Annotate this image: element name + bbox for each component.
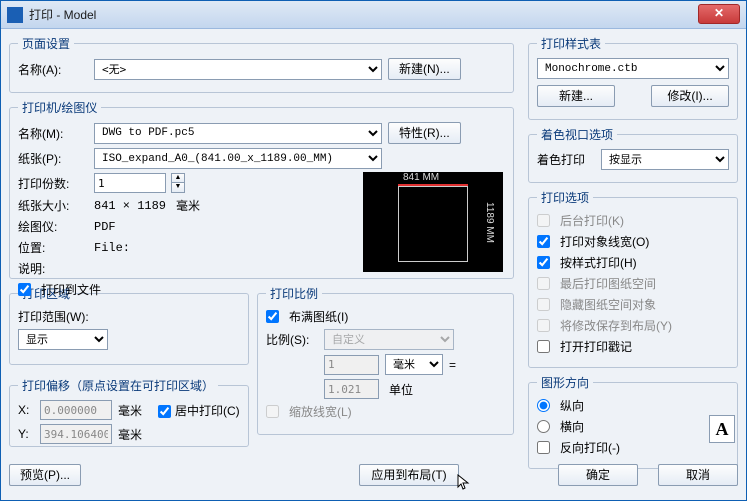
opt-hide-checkbox[interactable] <box>537 298 550 311</box>
location-label: 位置: <box>18 239 88 256</box>
style-edit-button[interactable]: 修改(I)... <box>651 85 729 107</box>
scale-unit2-label: 单位 <box>385 381 443 398</box>
scale-num2-input[interactable] <box>324 379 379 399</box>
offset-y-label: Y: <box>18 427 34 441</box>
scale-unit-select[interactable]: 毫米 <box>385 354 443 375</box>
paper-label: 纸张(P): <box>18 150 88 167</box>
options-legend: 打印选项 <box>537 189 593 206</box>
orient-portrait-label: 纵向 <box>560 397 584 414</box>
preview-button[interactable]: 预览(P)... <box>9 464 81 486</box>
close-button[interactable]: ✕ <box>698 4 740 24</box>
scale-lineweight-label: 缩放线宽(L) <box>289 403 352 420</box>
orient-portrait-radio[interactable] <box>537 399 550 412</box>
fit-to-paper-checkbox[interactable] <box>266 310 279 323</box>
app-icon <box>7 7 23 23</box>
opt-paperlast-checkbox[interactable] <box>537 277 550 290</box>
scale-ratio-label: 比例(S): <box>266 331 318 348</box>
paper-size-label: 纸张大小: <box>18 197 88 214</box>
offset-x-input[interactable] <box>40 400 112 420</box>
orient-landscape-radio[interactable] <box>537 420 550 433</box>
paper-size-unit: 毫米 <box>176 197 200 214</box>
orient-reverse-label: 反向打印(-) <box>560 439 620 456</box>
shade-label: 着色打印 <box>537 151 595 168</box>
style-new-button[interactable]: 新建... <box>537 85 615 107</box>
print-options-group: 打印选项 后台打印(K) 打印对象线宽(O) 按样式打印(H) 最后打印图纸空间… <box>528 189 738 368</box>
preview-page <box>398 186 468 262</box>
printer-name-label: 名称(M): <box>18 125 88 142</box>
opt-save-label: 将修改保存到布局(Y) <box>560 317 672 334</box>
print-range-label: 打印范围(W): <box>18 308 240 325</box>
orient-reverse-checkbox[interactable] <box>537 441 550 454</box>
opt-lw-checkbox[interactable] <box>537 235 550 248</box>
ok-button[interactable]: 确定 <box>558 464 638 486</box>
cursor-icon <box>457 474 471 492</box>
device-label: 绘图仪: <box>18 218 88 235</box>
orient-landscape-label: 横向 <box>560 418 584 435</box>
printer-props-button[interactable]: 特性(R)... <box>388 122 461 144</box>
page-setup-legend: 页面设置 <box>18 35 74 52</box>
opt-paperlast-label: 最后打印图纸空间 <box>560 275 656 292</box>
opt-bg-label: 后台打印(K) <box>560 212 624 229</box>
fit-to-paper-label: 布满图纸(I) <box>289 308 348 325</box>
shade-viewport-group: 着色视口选项 着色打印 按显示 <box>528 126 738 183</box>
preview-right-label: 1189 MM <box>484 202 495 243</box>
cancel-button[interactable]: 取消 <box>658 464 738 486</box>
print-to-file-checkbox[interactable] <box>18 283 31 296</box>
offset-y-unit: 毫米 <box>118 426 142 443</box>
copies-up[interactable]: ▲ <box>171 173 185 183</box>
print-range-select[interactable]: 显示 <box>18 329 108 350</box>
print-to-file-label: 打印到文件 <box>41 281 101 298</box>
shade-legend: 着色视口选项 <box>537 126 617 143</box>
center-plot-checkbox[interactable] <box>158 405 171 418</box>
copies-input[interactable] <box>94 173 166 193</box>
style-table-legend: 打印样式表 <box>537 35 605 52</box>
button-bar: 预览(P)... 应用到布局(T) 确定 取消 <box>9 464 738 492</box>
scale-lineweight-checkbox[interactable] <box>266 405 279 418</box>
opt-save-checkbox[interactable] <box>537 319 550 332</box>
printer-group: 打印机/绘图仪 名称(M): DWG to PDF.pc5 特性(R)... 纸… <box>9 99 514 279</box>
paper-preview: 841 MM 1189 MM <box>363 172 503 272</box>
orientation-icon: A <box>709 415 735 443</box>
style-table-select[interactable]: Monochrome.ctb <box>537 58 729 79</box>
offset-x-unit: 毫米 <box>118 402 142 419</box>
apply-to-layout-button[interactable]: 应用到布局(T) <box>359 464 459 486</box>
scale-num1-input[interactable] <box>324 355 379 375</box>
offset-x-label: X: <box>18 403 34 417</box>
style-table-group: 打印样式表 Monochrome.ctb 新建... 修改(I)... <box>528 35 738 120</box>
titlebar[interactable]: 打印 - Model ✕ <box>1 1 746 29</box>
orientation-group: 图形方向 纵向 横向 反向打印(-) A <box>528 374 738 469</box>
center-plot-label: 居中打印(C) <box>175 404 240 418</box>
orientation-legend: 图形方向 <box>537 374 593 391</box>
page-name-label: 名称(A): <box>18 61 88 78</box>
page-name-select[interactable]: <无> <box>94 59 382 80</box>
copies-down[interactable]: ▼ <box>171 183 185 193</box>
opt-hide-label: 隐藏图纸空间对象 <box>560 296 656 313</box>
printer-name-select[interactable]: DWG to PDF.pc5 <box>94 123 382 144</box>
scale-equals: = <box>449 358 456 372</box>
print-dialog: 打印 - Model ✕ 页面设置 名称(A): <无> 新建(N)... 打印… <box>0 0 747 501</box>
opt-styled-label: 按样式打印(H) <box>560 254 637 271</box>
offset-y-input[interactable] <box>40 424 112 444</box>
device-value: PDF <box>94 220 116 234</box>
opt-lw-label: 打印对象线宽(O) <box>560 233 649 250</box>
paper-select[interactable]: ISO_expand_A0_(841.00_x_1189.00_MM) <box>94 148 382 169</box>
page-new-button[interactable]: 新建(N)... <box>388 58 461 80</box>
shade-select[interactable]: 按显示 <box>601 149 729 170</box>
page-setup-group: 页面设置 名称(A): <无> 新建(N)... <box>9 35 514 93</box>
print-scale-group: 打印比例 布满图纸(I) 比例(S): 自定义 毫米 = <box>257 285 514 435</box>
opt-stamp-checkbox[interactable] <box>537 340 550 353</box>
print-offset-legend: 打印偏移（原点设置在可打印区域） <box>18 377 218 394</box>
copies-label: 打印份数: <box>18 175 88 192</box>
location-value: File: <box>94 241 130 255</box>
desc-label: 说明: <box>18 260 88 277</box>
scale-ratio-select[interactable]: 自定义 <box>324 329 454 350</box>
window-title: 打印 - Model <box>29 6 96 23</box>
opt-styled-checkbox[interactable] <box>537 256 550 269</box>
opt-stamp-label: 打开打印戳记 <box>560 338 632 355</box>
print-offset-group: 打印偏移（原点设置在可打印区域） X: 毫米 居中打印(C) Y: 毫米 <box>9 377 249 447</box>
printer-legend: 打印机/绘图仪 <box>18 99 101 116</box>
opt-bg-checkbox[interactable] <box>537 214 550 227</box>
preview-top-label: 841 MM <box>403 172 439 183</box>
paper-size-value: 841 × 1189 <box>94 199 166 213</box>
